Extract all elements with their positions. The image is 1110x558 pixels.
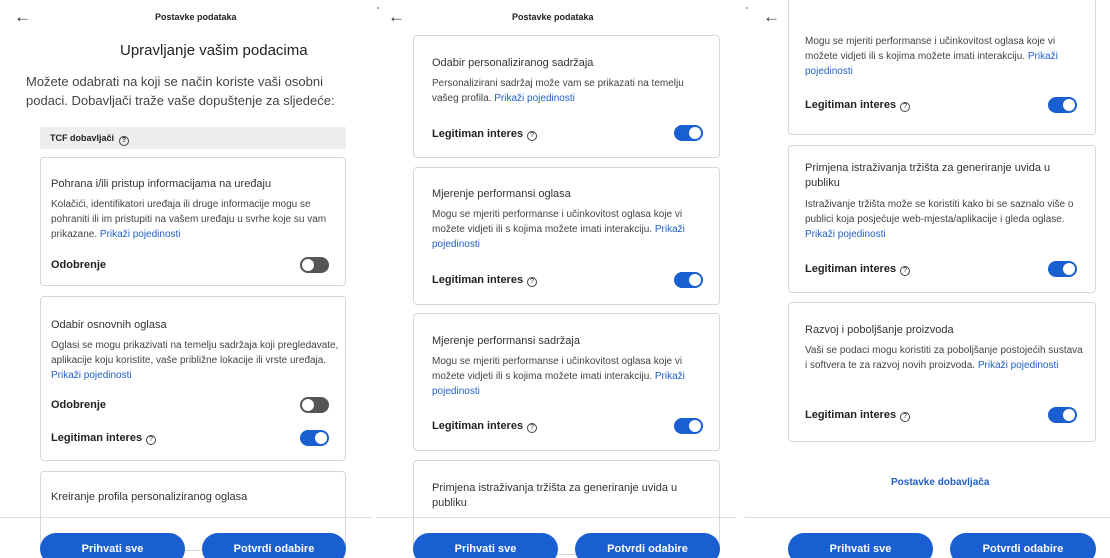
card-description: Kolačići, identifikatori uređaja ili dru… <box>51 199 327 240</box>
card-description: Personalizirani sadržaj može vam se prik… <box>432 78 684 104</box>
card-title: Mjerenje performansi oglasa <box>432 188 571 200</box>
show-details-link[interactable]: Prikaži pojedinosti <box>978 360 1059 371</box>
legitimate-interest-label: Legitiman interes? <box>432 128 538 141</box>
consent-label: Odobrenje <box>51 399 107 411</box>
panel-3: ← Postavke podataka Mogu se mjeriti perf… <box>745 0 1110 558</box>
purpose-card-ad-performance: Mjerenje performansi oglasa Mogu se mjer… <box>413 167 720 305</box>
card-description: Mogu se mjeriti performanse i učinkovito… <box>805 36 1058 77</box>
accept-all-button[interactable]: Prihvati sve <box>413 533 558 558</box>
legitimate-interest-toggle[interactable] <box>1048 97 1077 113</box>
back-arrow-icon[interactable]: ← <box>388 8 405 25</box>
consent-label: Odobrenje <box>51 259 107 271</box>
panel-1: ← Postavke podataka Upravljanje vašim po… <box>0 0 372 558</box>
footer-divider <box>745 517 1110 518</box>
purpose-card-storage: Pohrana i/ili pristup informacijama na u… <box>40 157 346 286</box>
help-icon[interactable]: ? <box>900 412 911 422</box>
legitimate-interest-toggle[interactable] <box>674 418 703 434</box>
card-title: Odabir personaliziranog sadržaja <box>432 57 594 69</box>
card-title: Primjena istraživanja tržišta za generir… <box>805 162 1051 189</box>
tcf-label: TCF dobavljači <box>50 133 115 143</box>
card-description: Mogu se mjeriti performanse i učinkovito… <box>432 356 685 397</box>
purpose-card-content-performance: Mogu se mjeriti performanse i učinkovito… <box>788 0 1096 135</box>
card-title: Mjerenje performansi sadržaja <box>432 335 580 347</box>
card-title: Pohrana i/ili pristup informacijama na u… <box>51 178 272 190</box>
card-title: Odabir osnovnih oglasa <box>51 319 167 331</box>
vendor-settings-link[interactable]: Postavke dobavljača <box>891 477 989 488</box>
consent-toggle[interactable] <box>300 257 329 273</box>
purpose-card-personalised-content: Odabir personaliziranog sadržaja Persona… <box>413 35 720 158</box>
help-icon[interactable]: ? <box>527 423 538 433</box>
show-details-link[interactable]: Prikaži pojedinosti <box>51 370 132 381</box>
purpose-card-basic-ads: Odabir osnovnih oglasa Oglasi se mogu pr… <box>40 296 346 461</box>
separator-dot <box>377 7 379 9</box>
card-description: Vaši se podaci mogu koristiti za poboljš… <box>805 345 1083 371</box>
confirm-choices-button[interactable]: Potvrdi odabire <box>202 533 346 558</box>
help-icon[interactable]: ? <box>146 435 157 445</box>
legitimate-interest-label: Legitiman interes? <box>51 432 157 445</box>
legitimate-interest-label: Legitiman interes? <box>432 420 538 433</box>
help-icon[interactable]: ? <box>900 102 911 112</box>
back-arrow-icon[interactable]: ← <box>14 8 31 25</box>
intro-text: Možete odabrati na koji se način koriste… <box>26 74 335 108</box>
footer-divider <box>376 517 736 518</box>
legitimate-interest-toggle[interactable] <box>674 272 703 288</box>
back-arrow-icon[interactable]: ← <box>763 8 780 25</box>
panel-2: ← Postavke podataka Odabir personalizira… <box>376 0 736 558</box>
card-description: Istraživanje tržišta može se koristiti k… <box>805 199 1074 240</box>
page-heading: Upravljanje vašim podacima <box>120 42 308 59</box>
legitimate-interest-toggle[interactable] <box>300 430 329 446</box>
accept-all-button[interactable]: Prihvati sve <box>40 533 185 558</box>
help-icon[interactable]: ? <box>119 136 130 146</box>
card-description: Mogu se mjeriti performanse i učinkovito… <box>432 209 685 250</box>
separator-dot <box>746 7 748 9</box>
legitimate-interest-label: Legitiman interes? <box>432 274 538 287</box>
help-icon[interactable]: ? <box>900 266 911 276</box>
accept-all-button[interactable]: Prihvati sve <box>788 533 933 558</box>
legitimate-interest-label: Legitiman interes? <box>805 263 911 276</box>
card-title: Kreiranje profila personaliziranog oglas… <box>51 491 248 503</box>
footer-divider <box>0 517 372 518</box>
legitimate-interest-label: Legitiman interes? <box>805 99 911 112</box>
legitimate-interest-label: Legitiman interes? <box>805 409 911 422</box>
legitimate-interest-toggle[interactable] <box>674 125 703 141</box>
show-details-link[interactable]: Prikaži pojedinosti <box>100 229 181 240</box>
topbar-title: Postavke podataka <box>155 12 237 22</box>
topbar-title: Postavke podataka <box>512 12 594 22</box>
card-description: Oglasi se mogu prikazivati na temelju sa… <box>51 340 339 381</box>
show-details-link[interactable]: Prikaži pojedinosti <box>494 93 575 104</box>
help-icon[interactable]: ? <box>527 277 538 287</box>
consent-toggle[interactable] <box>300 397 329 413</box>
confirm-choices-button[interactable]: Potvrdi odabire <box>950 533 1096 558</box>
legitimate-interest-toggle[interactable] <box>1048 261 1077 277</box>
purpose-card-market-research: Primjena istraživanja tržišta za generir… <box>788 145 1096 293</box>
help-icon[interactable]: ? <box>527 131 538 141</box>
legitimate-interest-toggle[interactable] <box>1048 407 1077 423</box>
purpose-card-product-development: Razvoj i poboljšanje proizvoda Vaši se p… <box>788 302 1096 442</box>
card-title: Primjena istraživanja tržišta za generir… <box>432 482 678 509</box>
card-title: Razvoj i poboljšanje proizvoda <box>805 324 954 336</box>
tcf-vendors-header: TCF dobavljači? <box>40 127 346 149</box>
confirm-choices-button[interactable]: Potvrdi odabire <box>575 533 720 558</box>
purpose-card-content-performance: Mjerenje performansi sadržaja Mogu se mj… <box>413 313 720 451</box>
show-details-link[interactable]: Prikaži pojedinosti <box>805 229 886 240</box>
